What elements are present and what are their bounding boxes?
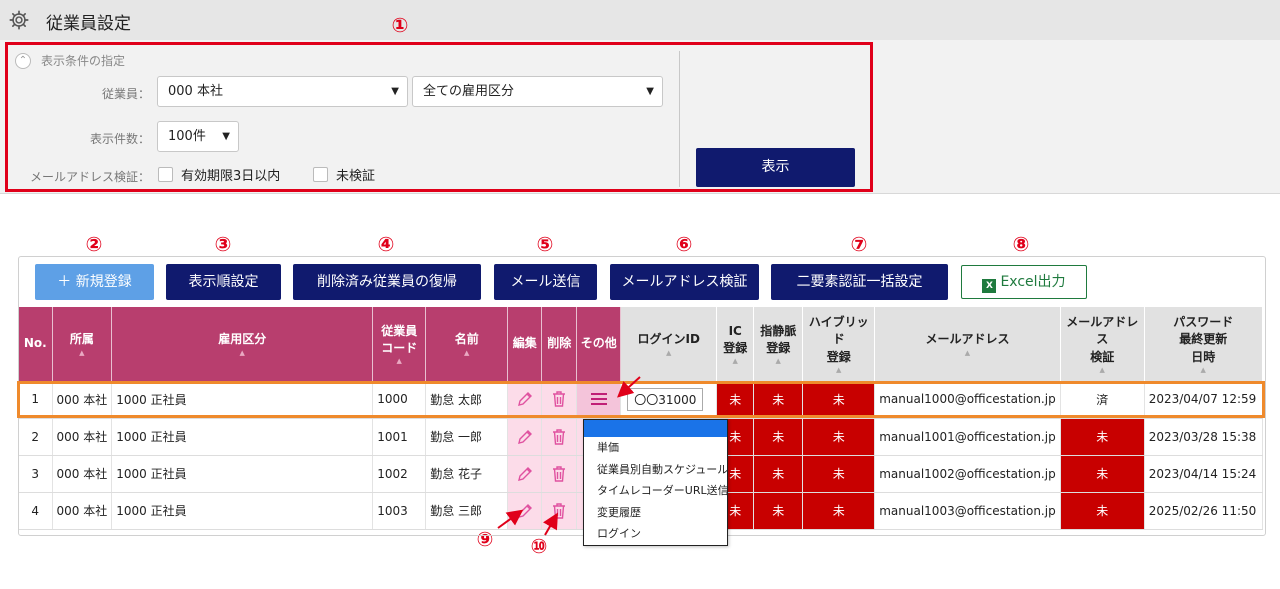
pencil-icon[interactable]: [515, 464, 535, 484]
sort-icon: ▲: [396, 357, 402, 366]
chevron-down-icon: ▼: [646, 86, 654, 97]
sort-icon: ▲: [239, 348, 245, 357]
sort-icon: ▲: [964, 348, 971, 357]
col-employment[interactable]: 雇用区分 ▲: [111, 307, 374, 381]
edit-cell[interactable]: [507, 492, 543, 530]
col-other: その他: [576, 307, 622, 381]
menu-item-unit-price[interactable]: 単価: [584, 437, 727, 459]
other-dropdown-menu: 単価 従業員別自動スケジュール タイムレコーダーURL送信 変更履歴 ログイン: [583, 419, 728, 546]
sort-icon: ▲: [79, 348, 85, 357]
new-register-button[interactable]: ＋ 新規登録: [35, 264, 154, 300]
employment-select-value: 全ての雇用区分: [423, 84, 515, 99]
sort-icon: ▲: [836, 366, 842, 375]
title-bar: 従業員設定: [0, 0, 1280, 40]
delete-cell[interactable]: [541, 418, 578, 456]
col-dept[interactable]: 所属 ▲: [52, 307, 113, 381]
excel-export-label: Excel出力: [1000, 274, 1066, 290]
col-edit: 編集: [507, 307, 543, 381]
col-login[interactable]: ログインID ▲: [620, 307, 718, 381]
col-name[interactable]: 名前 ▲: [425, 307, 509, 381]
filter-highlight-box: ⌃ 表示条件の指定 従業員： 000 本社 ▼ 全ての雇用区分 ▼ 表示件数： …: [5, 42, 873, 192]
col-ic[interactable]: IC 登録 ▲: [716, 307, 755, 381]
filter-panel: ⌃ 表示条件の指定 従業員： 000 本社 ▼ 全ての雇用区分 ▼ 表示件数： …: [0, 40, 1280, 194]
display-order-button[interactable]: 表示順設定: [166, 264, 281, 300]
col-code[interactable]: 従業員 コード ▲: [372, 307, 427, 381]
filter-divider: [679, 51, 680, 187]
plus-icon: ＋: [57, 274, 76, 290]
filter-section-title: 表示条件の指定: [41, 54, 126, 68]
sort-icon: ▲: [775, 357, 781, 366]
col-no[interactable]: No.: [19, 307, 53, 381]
annotation-2: ②: [85, 232, 103, 256]
count-select-value: 100件: [168, 129, 206, 144]
col-hybrid[interactable]: ハイブリッド 登録 ▲: [802, 307, 876, 381]
show-button[interactable]: 表示: [696, 148, 855, 187]
employee-label: 従業員：: [101, 87, 150, 101]
restore-deleted-button[interactable]: 削除済み従業員の復帰: [293, 264, 481, 300]
annotation-1: ①: [391, 13, 409, 37]
count-label: 表示件数：: [89, 132, 150, 146]
sort-icon: ▲: [464, 348, 470, 357]
menu-item-history[interactable]: 変更履歴: [584, 502, 727, 524]
employee-select[interactable]: 000 本社 ▼: [157, 76, 408, 107]
employee-select-value: 000 本社: [168, 84, 223, 99]
expiring-label: 有効期限3日以内: [181, 169, 281, 184]
annotation-6: ⑥: [675, 232, 693, 256]
count-select[interactable]: 100件 ▼: [157, 121, 239, 152]
chevron-down-icon: ▼: [222, 131, 230, 142]
email-verify-button[interactable]: メールアドレス検証: [610, 264, 759, 300]
menu-item-auto-schedule[interactable]: 従業員別自動スケジュール: [584, 459, 727, 481]
col-email[interactable]: メールアドレス ▲: [874, 307, 1061, 381]
dropdown-header: [584, 420, 727, 437]
employment-select[interactable]: 全ての雇用区分 ▼: [412, 76, 663, 107]
send-mail-button[interactable]: メール送信: [494, 264, 597, 300]
col-password-updated[interactable]: パスワード 最終更新 日時 ▲: [1144, 307, 1263, 381]
trash-icon[interactable]: [549, 464, 569, 484]
col-delete: 削除: [541, 307, 578, 381]
col-vein[interactable]: 指静脈 登録 ▲: [753, 307, 804, 381]
gear-icon: [9, 10, 29, 30]
page-title: 従業員設定: [46, 14, 131, 34]
annotation-10: ⑩: [530, 534, 548, 558]
sort-icon: ▲: [1200, 366, 1206, 375]
collapse-icon[interactable]: ⌃: [15, 53, 31, 69]
unverified-label: 未検証: [336, 169, 376, 184]
excel-icon: X: [982, 279, 997, 293]
menu-item-login[interactable]: ログイン: [584, 523, 727, 545]
delete-cell[interactable]: [541, 455, 578, 493]
new-register-label: 新規登録: [75, 274, 132, 290]
annotation-7: ⑦: [850, 232, 868, 256]
sort-icon: ▲: [666, 348, 672, 357]
pencil-icon[interactable]: [515, 427, 535, 447]
row-highlight-box: [17, 381, 1265, 418]
annotation-5: ⑤: [536, 232, 554, 256]
sort-icon: ▲: [1099, 366, 1105, 375]
two-factor-button[interactable]: 二要素認証一括設定: [771, 264, 948, 300]
table-header-row: No. 所属 ▲ 雇用区分 ▲ 従業員 コード ▲ 名前 ▲ 編集 削除 その他 ログイン…: [19, 307, 1263, 381]
edit-cell[interactable]: [507, 418, 543, 456]
chevron-down-icon: ▼: [391, 86, 399, 97]
excel-export-button[interactable]: X Excel出力: [961, 265, 1087, 299]
pencil-icon[interactable]: [515, 501, 535, 521]
unverified-checkbox[interactable]: [313, 167, 328, 182]
annotation-4: ④: [377, 232, 395, 256]
trash-icon[interactable]: [549, 427, 569, 447]
annotation-8: ⑧: [1012, 232, 1030, 256]
sort-icon: ▲: [732, 357, 738, 366]
expiring-checkbox[interactable]: [158, 167, 173, 182]
col-email-verify[interactable]: メールアドレス 検証 ▲: [1060, 307, 1145, 381]
delete-cell[interactable]: [541, 492, 578, 530]
email-verify-label: メールアドレス検証：: [29, 170, 150, 184]
annotation-3: ③: [214, 232, 232, 256]
trash-icon[interactable]: [549, 501, 569, 521]
edit-cell[interactable]: [507, 455, 543, 493]
menu-item-recorder-url[interactable]: タイムレコーダーURL送信: [584, 480, 727, 502]
